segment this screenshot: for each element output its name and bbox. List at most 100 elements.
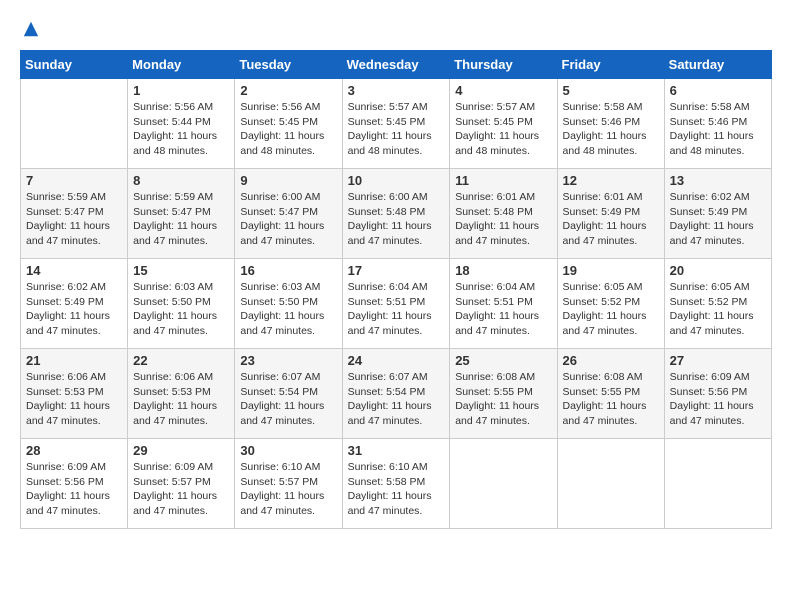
day-number: 6 xyxy=(670,83,766,98)
day-info: Sunrise: 6:00 AM Sunset: 5:48 PM Dayligh… xyxy=(348,190,445,249)
header-friday: Friday xyxy=(557,51,664,79)
day-number: 16 xyxy=(240,263,336,278)
day-info: Sunrise: 6:05 AM Sunset: 5:52 PM Dayligh… xyxy=(563,280,659,339)
day-number: 1 xyxy=(133,83,229,98)
calendar-cell: 1 Sunrise: 5:56 AM Sunset: 5:44 PM Daylig… xyxy=(128,79,235,169)
day-info: Sunrise: 6:01 AM Sunset: 5:49 PM Dayligh… xyxy=(563,190,659,249)
day-info: Sunrise: 6:02 AM Sunset: 5:49 PM Dayligh… xyxy=(26,280,122,339)
calendar-cell: 4 Sunrise: 5:57 AM Sunset: 5:45 PM Daylig… xyxy=(450,79,557,169)
calendar-cell: 30 Sunrise: 6:10 AM Sunset: 5:57 PM Dayli… xyxy=(235,439,342,529)
day-number: 15 xyxy=(133,263,229,278)
calendar-cell: 21 Sunrise: 6:06 AM Sunset: 5:53 PM Dayli… xyxy=(21,349,128,439)
calendar-cell: 15 Sunrise: 6:03 AM Sunset: 5:50 PM Dayli… xyxy=(128,259,235,349)
day-info: Sunrise: 5:59 AM Sunset: 5:47 PM Dayligh… xyxy=(133,190,229,249)
day-number: 14 xyxy=(26,263,122,278)
day-number: 13 xyxy=(670,173,766,188)
calendar-cell: 6 Sunrise: 5:58 AM Sunset: 5:46 PM Daylig… xyxy=(664,79,771,169)
logo-icon xyxy=(22,20,40,38)
day-info: Sunrise: 5:58 AM Sunset: 5:46 PM Dayligh… xyxy=(563,100,659,159)
calendar-cell: 29Sunrise: 6:09 AM Sunset: 5:57 PM Dayli… xyxy=(128,439,235,529)
calendar-cell: 14 Sunrise: 6:02 AM Sunset: 5:49 PM Dayli… xyxy=(21,259,128,349)
day-info: Sunrise: 6:04 AM Sunset: 5:51 PM Dayligh… xyxy=(348,280,445,339)
calendar-cell: 8 Sunrise: 5:59 AM Sunset: 5:47 PM Daylig… xyxy=(128,169,235,259)
day-info: Sunrise: 6:08 AM Sunset: 5:55 PM Dayligh… xyxy=(455,370,551,429)
day-info: Sunrise: 6:00 AM Sunset: 5:47 PM Dayligh… xyxy=(240,190,336,249)
day-info: Sunrise: 6:01 AM Sunset: 5:48 PM Dayligh… xyxy=(455,190,551,249)
day-info: Sunrise: 6:07 AM Sunset: 5:54 PM Dayligh… xyxy=(348,370,445,429)
day-number: 19 xyxy=(563,263,659,278)
calendar-cell: 20 Sunrise: 6:05 AM Sunset: 5:52 PM Dayli… xyxy=(664,259,771,349)
day-info: Sunrise: 6:09 AM Sunset: 5:56 PM Dayligh… xyxy=(670,370,766,429)
day-number: 4 xyxy=(455,83,551,98)
calendar-cell: 13 Sunrise: 6:02 AM Sunset: 5:49 PM Dayli… xyxy=(664,169,771,259)
day-info: Sunrise: 6:05 AM Sunset: 5:52 PM Dayligh… xyxy=(670,280,766,339)
calendar-cell: 12 Sunrise: 6:01 AM Sunset: 5:49 PM Dayli… xyxy=(557,169,664,259)
calendar-cell: 2Sunrise: 5:56 AM Sunset: 5:45 PM Daylig… xyxy=(235,79,342,169)
calendar-cell: 24 Sunrise: 6:07 AM Sunset: 5:54 PM Dayli… xyxy=(342,349,450,439)
calendar-cell xyxy=(557,439,664,529)
day-info: Sunrise: 6:03 AM Sunset: 5:50 PM Dayligh… xyxy=(240,280,336,339)
day-info: Sunrise: 6:04 AM Sunset: 5:51 PM Dayligh… xyxy=(455,280,551,339)
calendar-cell: 22 Sunrise: 6:06 AM Sunset: 5:53 PM Dayli… xyxy=(128,349,235,439)
day-number: 5 xyxy=(563,83,659,98)
day-number: 23 xyxy=(240,353,336,368)
day-info: Sunrise: 6:03 AM Sunset: 5:50 PM Dayligh… xyxy=(133,280,229,339)
calendar-cell xyxy=(664,439,771,529)
day-info: Sunrise: 5:57 AM Sunset: 5:45 PM Dayligh… xyxy=(455,100,551,159)
calendar-cell: 10 Sunrise: 6:00 AM Sunset: 5:48 PM Dayli… xyxy=(342,169,450,259)
calendar-cell: 9 Sunrise: 6:00 AM Sunset: 5:47 PM Daylig… xyxy=(235,169,342,259)
calendar-cell: 3Sunrise: 5:57 AM Sunset: 5:45 PM Daylig… xyxy=(342,79,450,169)
day-number: 11 xyxy=(455,173,551,188)
day-number: 18 xyxy=(455,263,551,278)
day-number: 10 xyxy=(348,173,445,188)
day-number: 9 xyxy=(240,173,336,188)
calendar-cell: 17Sunrise: 6:04 AM Sunset: 5:51 PM Dayli… xyxy=(342,259,450,349)
day-number: 25 xyxy=(455,353,551,368)
logo xyxy=(20,20,40,34)
day-number: 22 xyxy=(133,353,229,368)
calendar-cell: 26Sunrise: 6:08 AM Sunset: 5:55 PM Dayli… xyxy=(557,349,664,439)
day-info: Sunrise: 6:02 AM Sunset: 5:49 PM Dayligh… xyxy=(670,190,766,249)
calendar-cell: 28Sunrise: 6:09 AM Sunset: 5:56 PM Dayli… xyxy=(21,439,128,529)
day-info: Sunrise: 6:10 AM Sunset: 5:57 PM Dayligh… xyxy=(240,460,336,519)
day-number: 24 xyxy=(348,353,445,368)
day-info: Sunrise: 6:10 AM Sunset: 5:58 PM Dayligh… xyxy=(348,460,445,519)
header-monday: Monday xyxy=(128,51,235,79)
day-number: 20 xyxy=(670,263,766,278)
calendar-cell: 16 Sunrise: 6:03 AM Sunset: 5:50 PM Dayli… xyxy=(235,259,342,349)
day-number: 8 xyxy=(133,173,229,188)
calendar-cell: 23 Sunrise: 6:07 AM Sunset: 5:54 PM Dayli… xyxy=(235,349,342,439)
day-info: Sunrise: 6:06 AM Sunset: 5:53 PM Dayligh… xyxy=(133,370,229,429)
header-thursday: Thursday xyxy=(450,51,557,79)
calendar-cell: 18 Sunrise: 6:04 AM Sunset: 5:51 PM Dayli… xyxy=(450,259,557,349)
calendar-week-1: 1 Sunrise: 5:56 AM Sunset: 5:44 PM Daylig… xyxy=(21,79,772,169)
day-number: 27 xyxy=(670,353,766,368)
calendar-table: SundayMondayTuesdayWednesdayThursdayFrid… xyxy=(20,50,772,529)
calendar-cell: 31Sunrise: 6:10 AM Sunset: 5:58 PM Dayli… xyxy=(342,439,450,529)
calendar-cell: 27 Sunrise: 6:09 AM Sunset: 5:56 PM Dayli… xyxy=(664,349,771,439)
day-number: 30 xyxy=(240,443,336,458)
calendar-cell xyxy=(450,439,557,529)
day-number: 28 xyxy=(26,443,122,458)
calendar-cell: 5 Sunrise: 5:58 AM Sunset: 5:46 PM Daylig… xyxy=(557,79,664,169)
day-info: Sunrise: 6:06 AM Sunset: 5:53 PM Dayligh… xyxy=(26,370,122,429)
day-info: Sunrise: 6:07 AM Sunset: 5:54 PM Dayligh… xyxy=(240,370,336,429)
calendar-cell: 25 Sunrise: 6:08 AM Sunset: 5:55 PM Dayli… xyxy=(450,349,557,439)
calendar-cell: 19 Sunrise: 6:05 AM Sunset: 5:52 PM Dayli… xyxy=(557,259,664,349)
day-info: Sunrise: 5:58 AM Sunset: 5:46 PM Dayligh… xyxy=(670,100,766,159)
day-number: 3 xyxy=(348,83,445,98)
calendar-cell: 11 Sunrise: 6:01 AM Sunset: 5:48 PM Dayli… xyxy=(450,169,557,259)
day-number: 12 xyxy=(563,173,659,188)
header-wednesday: Wednesday xyxy=(342,51,450,79)
header-sunday: Sunday xyxy=(21,51,128,79)
calendar-week-4: 21 Sunrise: 6:06 AM Sunset: 5:53 PM Dayli… xyxy=(21,349,772,439)
calendar-week-3: 14 Sunrise: 6:02 AM Sunset: 5:49 PM Dayli… xyxy=(21,259,772,349)
header-tuesday: Tuesday xyxy=(235,51,342,79)
calendar-cell xyxy=(21,79,128,169)
day-number: 21 xyxy=(26,353,122,368)
day-number: 7 xyxy=(26,173,122,188)
day-info: Sunrise: 5:56 AM Sunset: 5:44 PM Dayligh… xyxy=(133,100,229,159)
calendar-week-5: 28Sunrise: 6:09 AM Sunset: 5:56 PM Dayli… xyxy=(21,439,772,529)
header-saturday: Saturday xyxy=(664,51,771,79)
calendar-header-row: SundayMondayTuesdayWednesdayThursdayFrid… xyxy=(21,51,772,79)
